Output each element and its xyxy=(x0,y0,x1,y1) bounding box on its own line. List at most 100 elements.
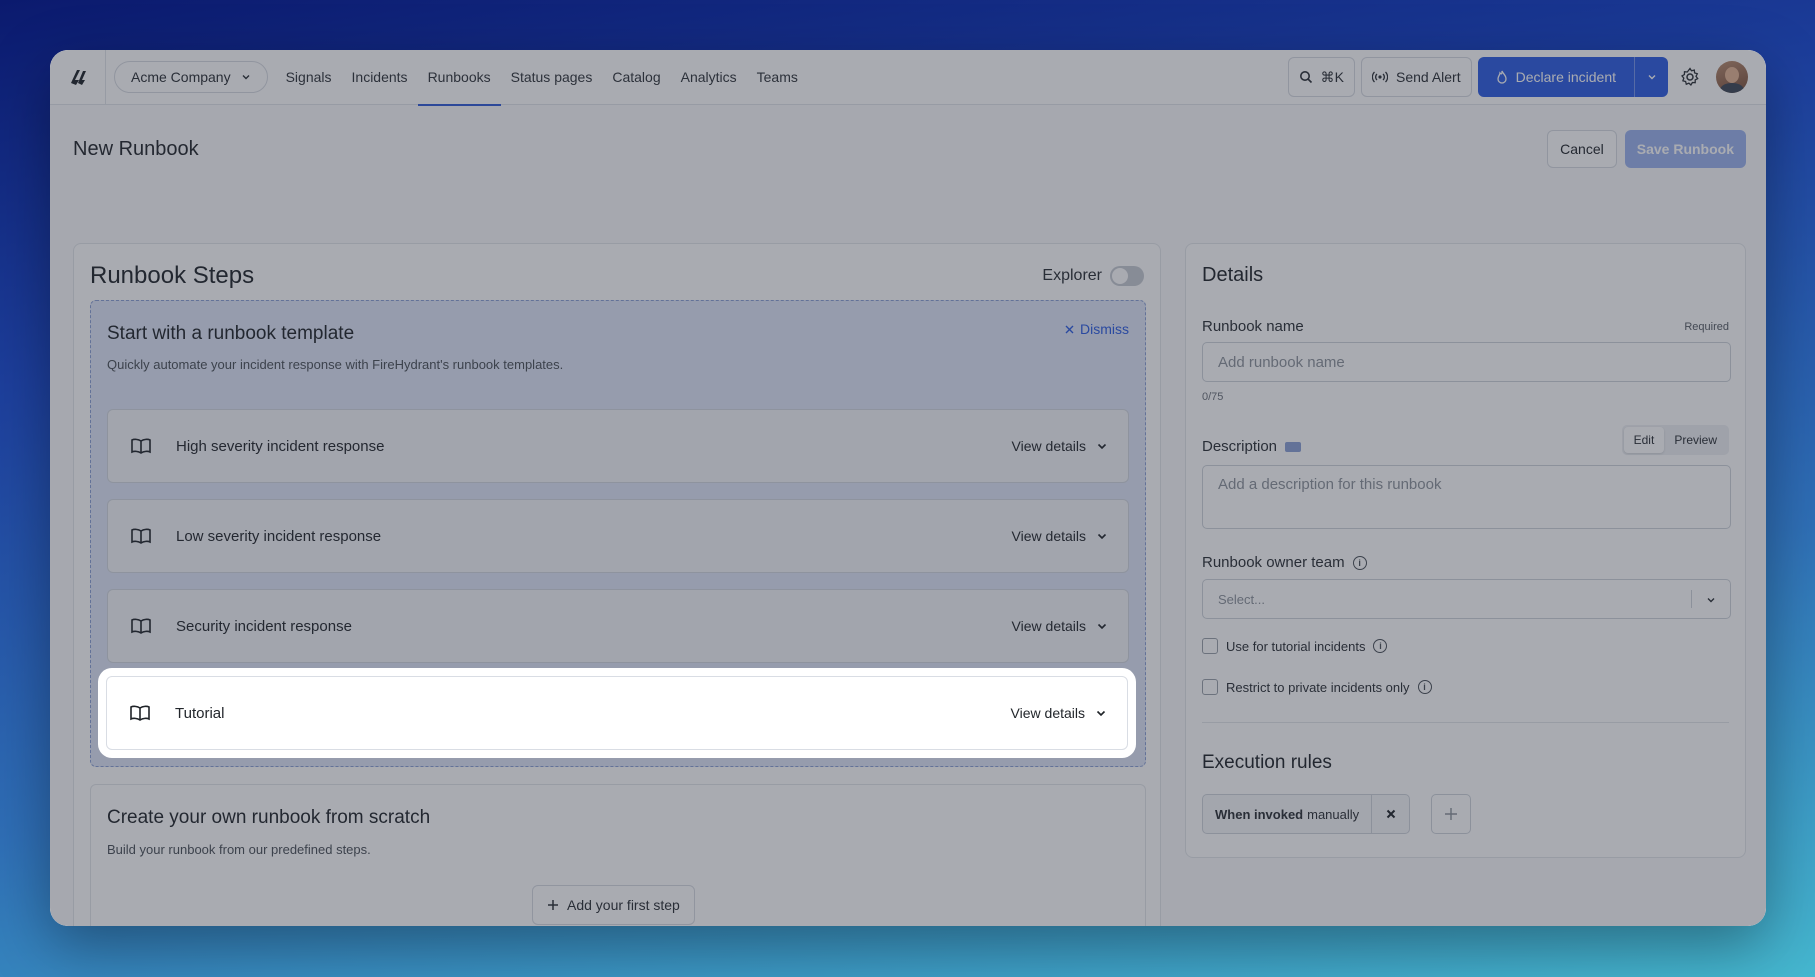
top-bar: Acme Company Signals Incidents Runbooks … xyxy=(50,50,1766,106)
broadcast-icon xyxy=(1372,71,1388,83)
description-placeholder: Add a description for this runbook xyxy=(1218,476,1442,493)
topbar-actions: ⌘K Send Alert Declare incident xyxy=(1287,57,1766,97)
execution-rule-chip[interactable]: When invoked manually xyxy=(1202,794,1411,834)
remove-rule-button[interactable] xyxy=(1371,795,1409,833)
view-details-button[interactable]: View details xyxy=(1012,618,1108,634)
details-card: Details Runbook name Required Add runboo… xyxy=(1185,243,1746,858)
runbook-name-input[interactable]: Add runbook name xyxy=(1202,342,1731,382)
company-switcher[interactable]: Acme Company xyxy=(114,61,268,93)
required-indicator: Required xyxy=(1684,321,1729,333)
company-name: Acme Company xyxy=(131,69,231,85)
owner-team-label-text: Runbook owner team xyxy=(1202,554,1345,571)
nav-teams[interactable]: Teams xyxy=(747,50,808,105)
explorer-label: Explorer xyxy=(1042,267,1102,284)
send-alert-button[interactable]: Send Alert xyxy=(1361,57,1472,97)
runbook-steps-card: Runbook Steps Explorer Start with a runb… xyxy=(73,243,1161,926)
private-incidents-option: Restrict to private incidents only i xyxy=(1202,679,1432,695)
template-item-high-severity[interactable]: High severity incident response View det… xyxy=(107,409,1129,483)
template-section-title: Start with a runbook template xyxy=(107,323,355,344)
description-textarea[interactable]: Add a description for this runbook xyxy=(1202,465,1731,529)
markdown-icon xyxy=(1285,441,1302,452)
template-item-name: High severity incident response xyxy=(176,437,385,455)
owner-team-label: Runbook owner team i xyxy=(1202,554,1367,571)
tutorial-incidents-label: Use for tutorial incidents xyxy=(1226,638,1366,654)
runbook-name-label: Runbook name xyxy=(1202,318,1304,335)
explorer-toggle[interactable] xyxy=(1110,266,1144,286)
logo-icon xyxy=(70,70,86,85)
nav-analytics[interactable]: Analytics xyxy=(671,50,747,105)
view-details-button[interactable]: View details xyxy=(1011,705,1107,721)
view-details-label: View details xyxy=(1011,528,1086,544)
main-content: Runbook Steps Explorer Start with a runb… xyxy=(50,193,1766,926)
flame-icon xyxy=(1496,70,1507,84)
header-actions: Cancel Save Runbook xyxy=(1547,130,1746,168)
nav-incidents[interactable]: Incidents xyxy=(342,50,418,105)
firehydrant-logo[interactable] xyxy=(50,50,106,105)
template-section-subtitle: Quickly automate your incident response … xyxy=(107,357,564,372)
declare-incident-button[interactable]: Declare incident xyxy=(1477,57,1634,97)
description-label-text: Description xyxy=(1202,438,1278,455)
runbook-name-label-text: Runbook name xyxy=(1202,318,1304,335)
add-first-step-label: Add your first step xyxy=(567,897,680,913)
owner-team-select[interactable]: Select... xyxy=(1202,579,1731,619)
gear-icon xyxy=(1681,67,1699,87)
plus-icon xyxy=(1445,808,1457,820)
view-details-button[interactable]: View details xyxy=(1012,438,1108,454)
chevron-down-icon xyxy=(1648,75,1655,80)
divider xyxy=(1202,722,1729,723)
nav-catalog[interactable]: Catalog xyxy=(602,50,670,105)
save-runbook-button[interactable]: Save Runbook xyxy=(1624,130,1746,168)
chevron-down-icon xyxy=(1707,598,1715,603)
info-icon[interactable]: i xyxy=(1373,639,1388,653)
cancel-button[interactable]: Cancel xyxy=(1547,130,1617,168)
tab-edit[interactable]: Edit xyxy=(1623,427,1665,453)
view-details-label: View details xyxy=(1011,618,1086,634)
nav-signals[interactable]: Signals xyxy=(276,50,342,105)
send-alert-label: Send Alert xyxy=(1396,69,1461,85)
nav-status-pages[interactable]: Status pages xyxy=(501,50,603,105)
template-item-low-severity[interactable]: Low severity incident response View deta… xyxy=(107,499,1129,573)
select-separator xyxy=(1691,590,1692,608)
settings-button[interactable] xyxy=(1674,61,1706,93)
info-icon[interactable]: i xyxy=(1417,680,1432,694)
view-details-label: View details xyxy=(1010,705,1085,721)
add-first-step-button[interactable]: Add your first step xyxy=(532,885,695,925)
chevron-down-icon xyxy=(1097,443,1107,450)
character-counter: 0/75 xyxy=(1202,391,1224,403)
tutorial-incidents-checkbox[interactable] xyxy=(1202,638,1218,654)
declare-incident-dropdown[interactable] xyxy=(1634,57,1668,97)
description-mode-switch: Edit Preview xyxy=(1621,425,1729,455)
app-window: Acme Company Signals Incidents Runbooks … xyxy=(50,50,1766,926)
scratch-section-title: Create your own runbook from scratch xyxy=(107,807,431,828)
search-button[interactable]: ⌘K xyxy=(1287,57,1355,97)
dismiss-label: Dismiss xyxy=(1080,321,1129,337)
private-incidents-label: Restrict to private incidents only xyxy=(1226,679,1410,695)
close-icon xyxy=(1065,325,1074,333)
page-header: New Runbook Cancel Save Runbook xyxy=(50,105,1766,193)
chevron-down-icon xyxy=(1097,623,1107,630)
main-nav: Signals Incidents Runbooks Status pages … xyxy=(276,50,808,106)
book-icon xyxy=(128,523,154,549)
book-icon xyxy=(128,613,154,639)
template-item-name: Security incident response xyxy=(176,617,352,635)
close-icon xyxy=(1386,809,1395,819)
execution-rule-trigger: When invoked xyxy=(1215,806,1304,822)
private-incidents-checkbox[interactable] xyxy=(1202,679,1218,695)
dismiss-button[interactable]: Dismiss xyxy=(1065,321,1129,337)
view-details-button[interactable]: View details xyxy=(1012,528,1108,544)
search-shortcut: ⌘K xyxy=(1320,68,1344,85)
tab-preview[interactable]: Preview xyxy=(1664,427,1727,453)
template-item-security[interactable]: Security incident response View details xyxy=(107,589,1129,663)
add-rule-button[interactable] xyxy=(1431,794,1471,834)
runbook-name-placeholder: Add runbook name xyxy=(1218,353,1345,371)
scratch-section: Create your own runbook from scratch Bui… xyxy=(90,784,1146,926)
execution-rules-title: Execution rules xyxy=(1202,752,1332,773)
avatar[interactable] xyxy=(1716,61,1748,93)
template-item-tutorial[interactable]: Tutorial View details xyxy=(106,676,1128,750)
view-details-label: View details xyxy=(1011,438,1086,454)
nav-runbooks[interactable]: Runbooks xyxy=(417,50,501,106)
info-icon[interactable]: i xyxy=(1352,555,1367,570)
template-item-name: Tutorial xyxy=(175,704,225,722)
book-icon xyxy=(128,433,154,459)
chevron-down-icon xyxy=(1096,710,1106,717)
